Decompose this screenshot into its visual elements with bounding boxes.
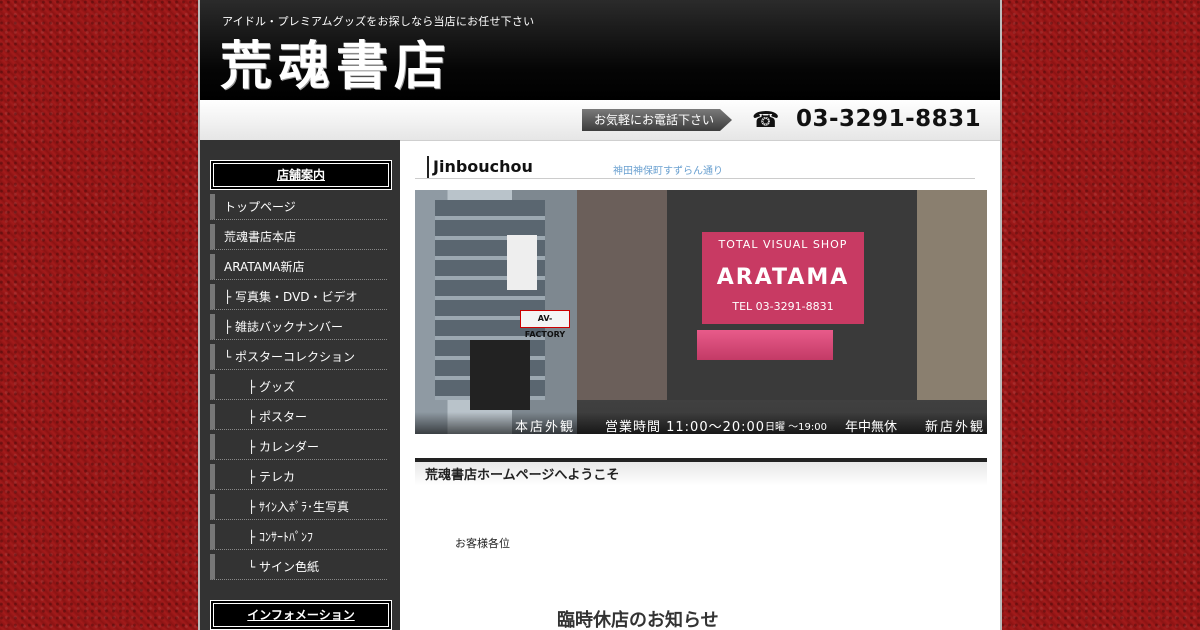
new-store-photo: TOTAL VISUAL SHOP ARATAMA TEL 03-3291-88… [577,190,987,434]
main-content: Jinbouchou 神田神保町すずらん通り AV-FACTORY TOTAL … [412,140,1000,630]
phone-number[interactable]: 03-3291-8831 [796,106,981,132]
sidebar-item-magazines[interactable]: ├ 雑誌バックナンバー [210,314,387,340]
sidebar-item-calendars[interactable]: ├ カレンダー [210,434,387,460]
tree-area [577,190,667,400]
pink-awning [697,330,833,360]
title-bar-decoration [427,156,429,178]
aratama-shop-sign: TOTAL VISUAL SHOP ARATAMA TEL 03-3291-88… [702,232,864,324]
information-heading[interactable]: インフォメーション [210,600,392,630]
sidebar-item-telecards[interactable]: ├ テレカ [210,464,387,490]
customer-greeting: お客様各位 [455,537,510,550]
call-label-badge: お気軽にお電話下さい [582,109,732,131]
sidebar-item-concert-pamphlets[interactable]: ├ ｺﾝｻｰﾄﾊﾟﾝﾌ [210,524,387,550]
sidebar-item-signed-photos[interactable]: ├ ｻｲﾝ入ﾎﾟﾗ･生写真 [210,494,387,520]
storefront-photo: AV-FACTORY TOTAL VISUAL SHOP ARATAMA TEL… [415,190,987,434]
site-header: アイドル・プレミアムグッズをお探しなら当店にお任せ下さい 荒魂書店 [200,0,1000,100]
sidebar-item-autograph-boards[interactable]: └ サイン色紙 [210,554,387,580]
main-store-photo: AV-FACTORY [415,190,577,434]
telephone-icon: ☎ [752,108,780,133]
section-title: Jinbouchou 神田神保町すずらん通り [415,156,975,179]
sidebar-item-posters[interactable]: ├ ポスター [210,404,387,430]
av-factory-sign: AV-FACTORY [520,310,570,339]
sidebar: 店舗案内 トップページ 荒魂書店本店 ARATAMA新店 ├ 写真集・DVD・ビ… [200,140,400,630]
caption-main-store: 本店外観 [515,420,576,434]
sidebar-item-new-store[interactable]: ARATAMA新店 [210,254,387,280]
section-subtitle: 神田神保町すずらん通り [613,166,723,177]
sidebar-menu: トップページ 荒魂書店本店 ARATAMA新店 ├ 写真集・DVD・ビデオ ├ … [210,194,387,584]
shop-sign-line2: ARATAMA [716,265,850,290]
caption-sunday-hours: 日曜 ～19:00 [765,422,827,433]
sidebar-item-poster-collection[interactable]: └ ポスターコレクション [210,344,387,370]
caption-new-store: 新店外観 [925,420,986,434]
site-logo[interactable]: 荒魂書店 [220,24,452,99]
section-title-text: Jinbouchou [433,157,533,176]
page-container: アイドル・プレミアムグッズをお探しなら当店にお任せ下さい 荒魂書店 お気軽にお電… [198,0,1002,630]
phone-bar: お気軽にお電話下さい ☎ 03-3291-8831 [200,100,1000,141]
photo-caption: 本店外観 営業時間 11:00～20:00 日曜 ～19:00 年中無休 新店外… [415,412,987,434]
sidebar-item-photobooks[interactable]: ├ 写真集・DVD・ビデオ [210,284,387,310]
vertical-sign [507,235,537,290]
shop-sign-line1: TOTAL VISUAL SHOP [718,238,848,251]
sidebar-item-main-store[interactable]: 荒魂書店本店 [210,224,387,250]
caption-hours: 営業時間 11:00～20:00 [605,420,766,434]
sidebar-item-goods[interactable]: ├ グッズ [210,374,387,400]
shop-sign-line3: TEL 03-3291-8831 [732,300,834,313]
store-entrance [470,340,530,410]
sidebar-item-top[interactable]: トップページ [210,194,387,220]
notice-title: 臨時休店のお知らせ [557,610,719,630]
caption-open-all-year: 年中無休 [845,420,898,434]
neighbor-building [917,190,987,400]
welcome-heading: 荒魂書店ホームページへようこそ [415,458,987,486]
store-info-heading[interactable]: 店舗案内 [210,160,392,190]
